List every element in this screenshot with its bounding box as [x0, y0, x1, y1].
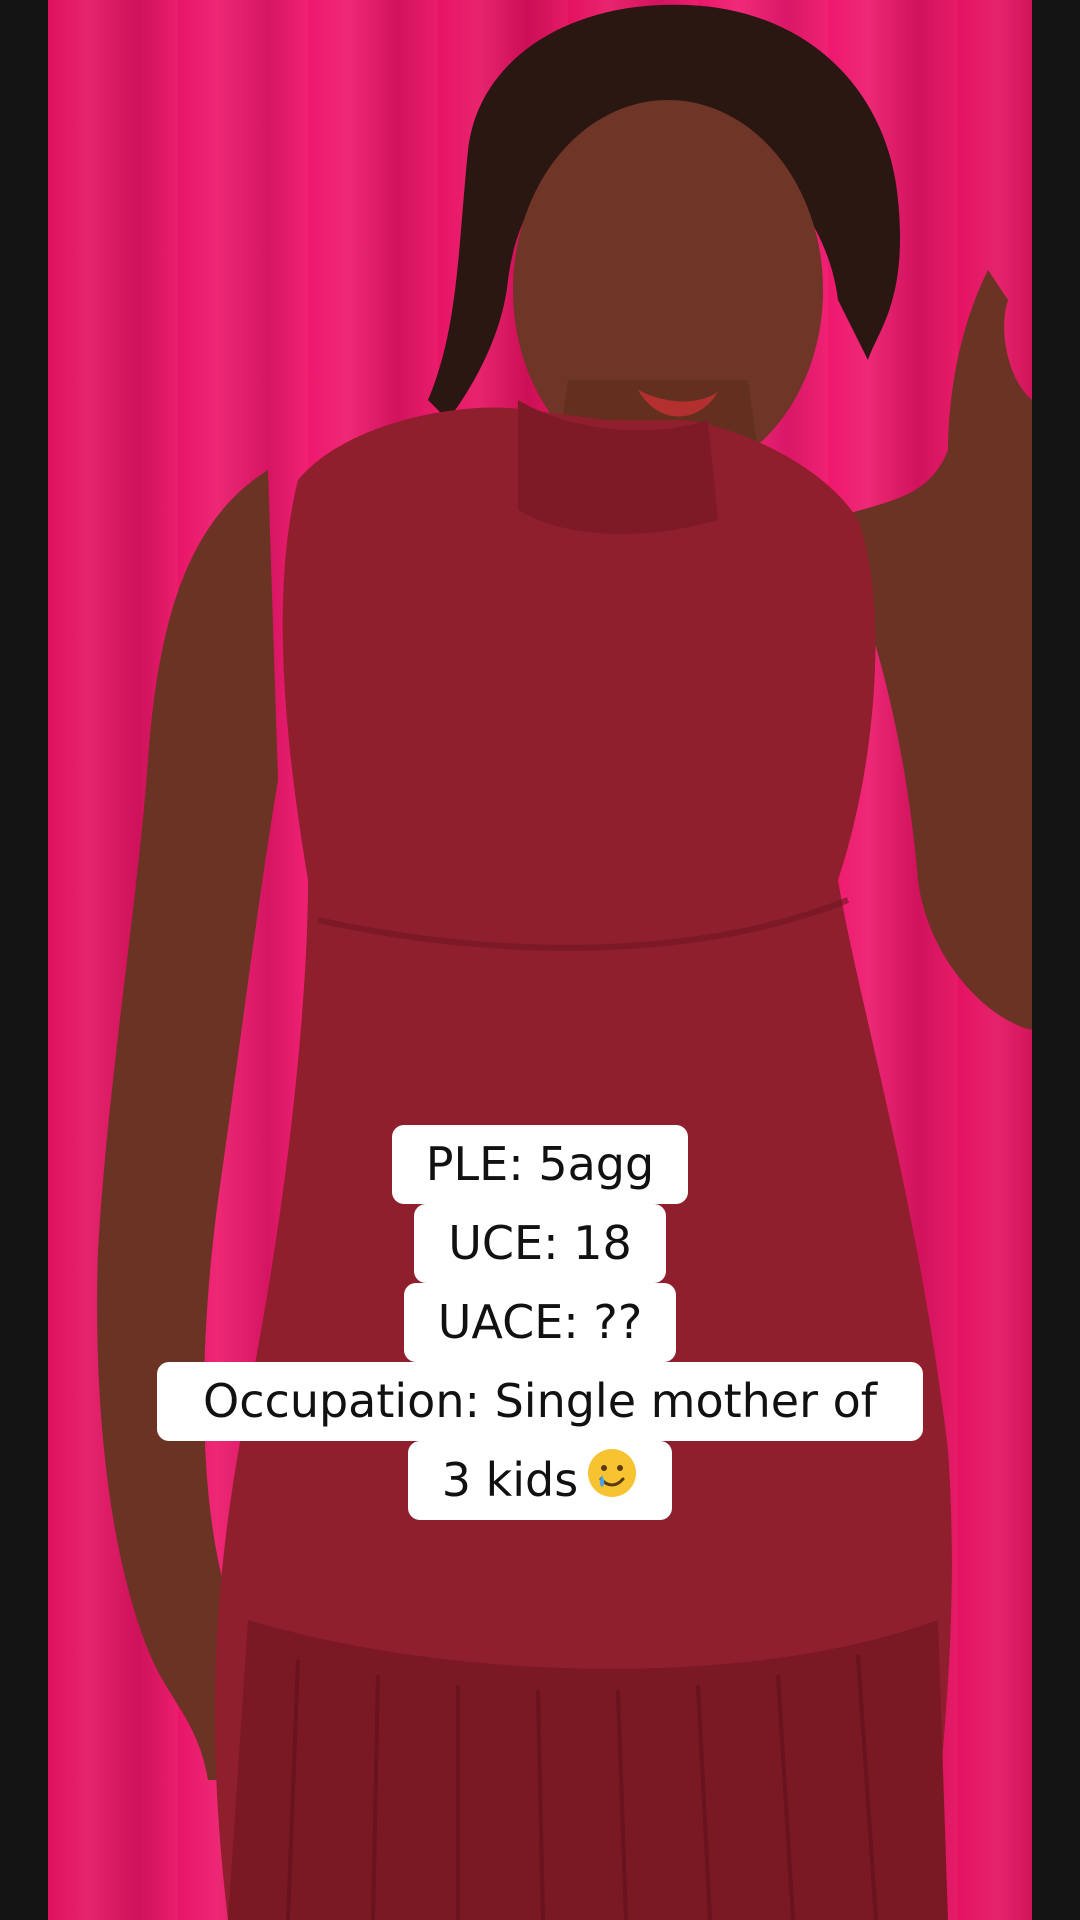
- smiling-face-with-tear-icon: [586, 1444, 638, 1523]
- caption-line-kids: 3 kids: [407, 1441, 673, 1523]
- caption-line-uce: UCE: 18: [414, 1204, 666, 1283]
- video-frame: PLE: 5agg UCE: 18 UACE: ?? Occupation: S…: [0, 0, 1080, 1920]
- caption-line-uace: UACE: ??: [403, 1283, 677, 1362]
- text-overlay-caption: PLE: 5agg UCE: 18 UACE: ?? Occupation: S…: [0, 1125, 1080, 1520]
- caption-line-occupation: Occupation: Single mother of: [157, 1362, 923, 1441]
- caption-line-kids-text: 3 kids: [441, 1453, 579, 1507]
- video-player[interactable]: [48, 0, 1032, 1920]
- caption-line-ple: PLE: 5agg: [391, 1125, 689, 1204]
- woman-in-red-dress: [97, 4, 1032, 1920]
